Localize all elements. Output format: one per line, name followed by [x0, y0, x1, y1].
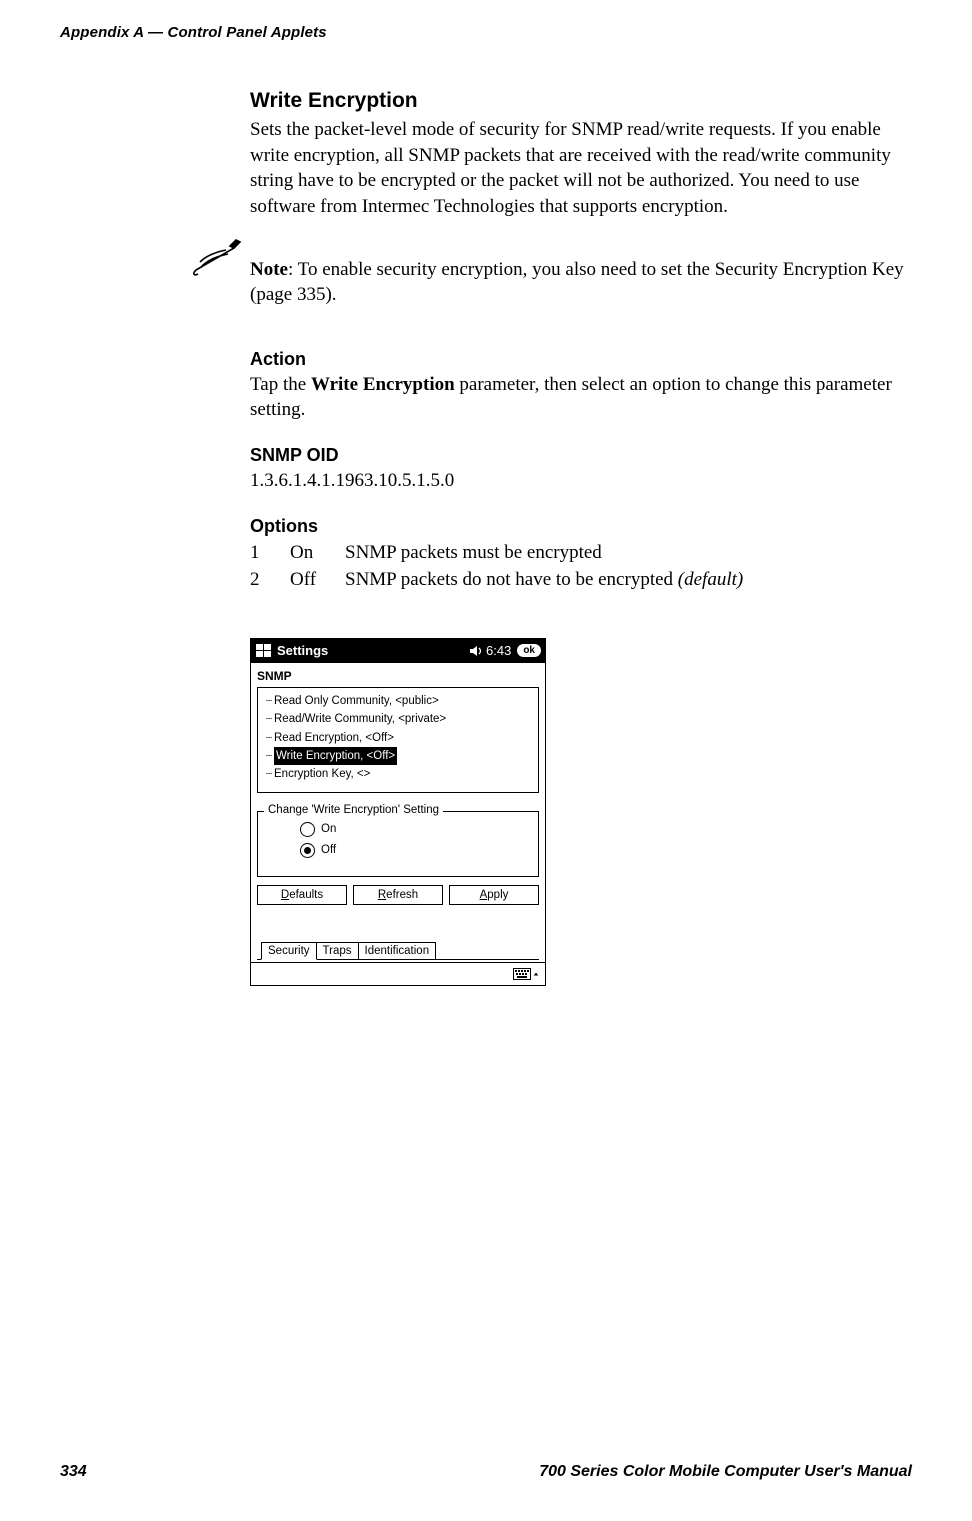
option-desc: SNMP packets must be encrypted [345, 539, 906, 567]
radio-off[interactable]: Off [300, 843, 530, 858]
options-table: 1 On SNMP packets must be encrypted 2 Of… [250, 539, 906, 594]
radio-on[interactable]: On [300, 822, 530, 837]
note-block: Note: To enable security encryption, you… [250, 238, 906, 327]
action-pre: Tap the [250, 374, 311, 395]
titlebar-title: Settings [277, 643, 469, 658]
option-desc-default: (default) [678, 569, 743, 590]
option-row-1: 1 On SNMP packets must be encrypted [250, 539, 906, 567]
option-desc: SNMP packets do not have to be encrypted… [345, 566, 906, 594]
apply-rest: pply [487, 889, 508, 901]
device-titlebar: Settings 6:43 ok [251, 639, 545, 663]
change-setting-group: Change 'Write Encryption' Setting On Off [257, 811, 539, 877]
snmp-tree[interactable]: ┈Read Only Community, <public> ┈Read/Wri… [257, 687, 539, 793]
radio-outer-icon [300, 822, 315, 837]
page-number: 334 [60, 1463, 87, 1481]
manual-title: 700 Series Color Mobile Computer User's … [539, 1463, 912, 1481]
note-icon [190, 238, 242, 283]
option-desc-pre: SNMP packets do not have to be encrypted [345, 569, 678, 590]
group-snmp-label: SNMP [257, 669, 539, 683]
subtitle-options: Options [250, 516, 906, 537]
tree-item[interactable]: ┈Read Encryption, <Off> [264, 729, 532, 747]
refresh-button[interactable]: Refresh [353, 885, 443, 905]
subtitle-action: Action [250, 349, 906, 370]
page-footer: 334 700 Series Color Mobile Computer Use… [60, 1443, 912, 1481]
tree-item[interactable]: ┈Read Only Community, <public> [264, 692, 532, 710]
apply-button[interactable]: Apply [449, 885, 539, 905]
defaults-button[interactable]: Defaults [257, 885, 347, 905]
tab-strip: Security Traps Identification [257, 937, 539, 960]
titlebar-clock: 6:43 [486, 643, 511, 658]
tree-item[interactable]: ┈Encryption Key, <> [264, 765, 532, 783]
radio-outer-icon [300, 843, 315, 858]
main-content: Write Encryption Sets the packet-level m… [250, 89, 906, 986]
chevron-up-icon [533, 968, 539, 980]
tab-identification[interactable]: Identification [358, 942, 437, 959]
button-row: Defaults Refresh Apply [257, 885, 539, 905]
tab-security[interactable]: Security [261, 942, 317, 960]
start-flag-icon[interactable] [255, 642, 273, 660]
tree-item[interactable]: ┈Read/Write Community, <private> [264, 710, 532, 728]
note-label: Note [250, 259, 288, 280]
option-num: 1 [250, 539, 290, 567]
option-num: 2 [250, 566, 290, 594]
action-paragraph: Tap the Write Encryption parameter, then… [250, 372, 906, 423]
refresh-rest: efresh [386, 889, 418, 901]
sip-bar [251, 962, 545, 985]
intro-paragraph: Sets the packet-level mode of security f… [250, 117, 906, 220]
keyboard-icon[interactable] [513, 968, 539, 980]
radio-selected-dot-icon [304, 847, 311, 854]
subtitle-snmp-oid: SNMP OID [250, 445, 906, 466]
oid-value: 1.3.6.1.4.1.1963.10.5.1.5.0 [250, 468, 906, 494]
defaults-rest: efaults [289, 889, 323, 901]
running-header: Appendix A — Control Panel Applets [60, 24, 912, 41]
option-name: Off [290, 566, 345, 594]
tree-item-selected[interactable]: ┈Write Encryption, <Off> [264, 747, 532, 765]
note-text: Note: To enable security encryption, you… [250, 257, 906, 308]
note-body: : To enable security encryption, you als… [250, 259, 904, 306]
section-title-write-encryption: Write Encryption [250, 89, 906, 113]
option-name: On [290, 539, 345, 567]
radio-on-label: On [321, 823, 336, 835]
tab-traps[interactable]: Traps [316, 942, 359, 959]
change-legend: Change 'Write Encryption' Setting [264, 804, 443, 816]
device-body: SNMP ┈Read Only Community, <public> ┈Rea… [251, 663, 545, 962]
action-bold: Write Encryption [311, 374, 455, 395]
ok-button[interactable]: ok [517, 644, 541, 657]
embedded-device-screenshot: Settings 6:43 ok SNMP ┈Read Only Communi… [250, 638, 546, 986]
speaker-icon[interactable] [469, 644, 483, 658]
option-row-2: 2 Off SNMP packets do not have to be enc… [250, 566, 906, 594]
radio-off-label: Off [321, 844, 336, 856]
